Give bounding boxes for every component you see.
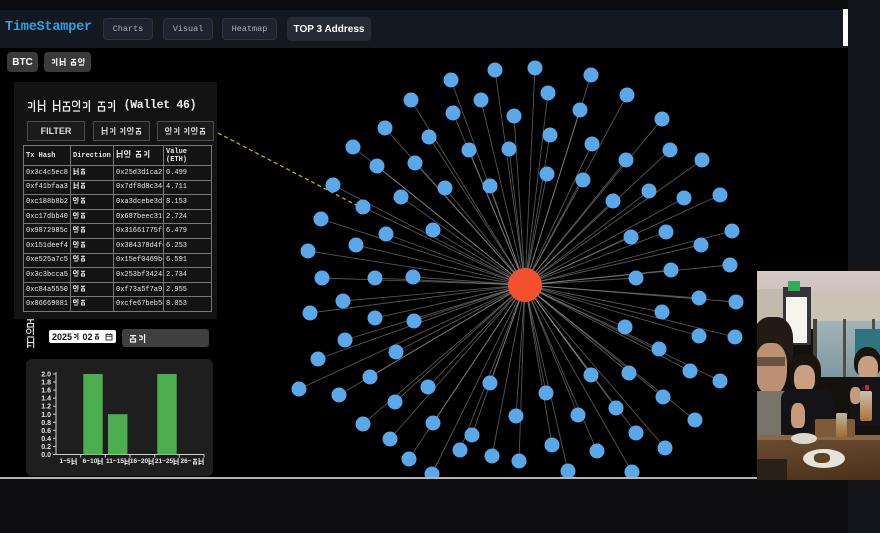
svg-text:1.0: 1.0 [41,412,51,419]
svg-text:0.6: 0.6 [41,428,51,435]
svg-text:1.4: 1.4 [41,396,51,403]
svg-text:0.4: 0.4 [41,436,51,443]
svg-text:0.8: 0.8 [41,420,51,427]
svg-text:2.0: 2.0 [41,372,51,379]
svg-text:0.2: 0.2 [41,444,51,451]
svg-text:1.8: 1.8 [41,380,51,387]
svg-text:0.0: 0.0 [41,452,51,459]
svg-text:1.2: 1.2 [41,404,51,411]
svg-text:1.6: 1.6 [41,388,51,395]
